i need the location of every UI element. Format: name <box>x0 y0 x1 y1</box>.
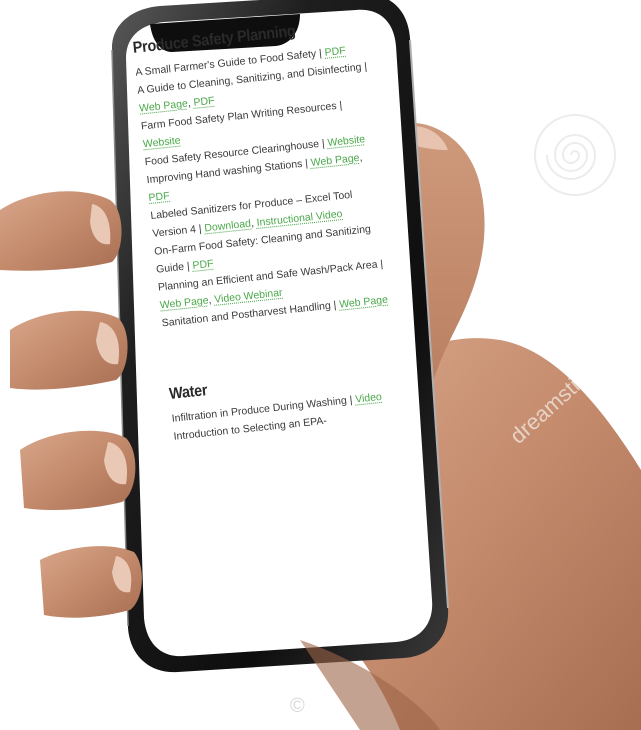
pdf-link[interactable]: PDF <box>324 45 346 59</box>
video-link[interactable]: Video <box>355 391 383 406</box>
section-water: Water Infiltration in Produce During Was… <box>168 361 413 446</box>
pdf-link[interactable]: PDF <box>192 258 214 272</box>
photo: Produce Safety Planning A Small Farmer's… <box>0 0 641 730</box>
website-link[interactable]: Website <box>327 133 366 149</box>
section-produce-safety: Produce Safety Planning A Small Farmer's… <box>132 15 401 332</box>
web-page-link[interactable]: Web Page <box>159 294 209 311</box>
website-link[interactable]: Website <box>142 135 181 151</box>
download-link[interactable]: Download <box>204 218 252 235</box>
web-page-link[interactable]: Web Page <box>310 152 360 169</box>
pdf-link[interactable]: PDF <box>193 95 215 109</box>
pdf-link[interactable]: PDF <box>148 190 170 204</box>
watermark-mark: © <box>290 695 305 717</box>
web-page-link[interactable]: Web Page <box>339 294 389 311</box>
web-page-link[interactable]: Web Page <box>139 98 189 115</box>
